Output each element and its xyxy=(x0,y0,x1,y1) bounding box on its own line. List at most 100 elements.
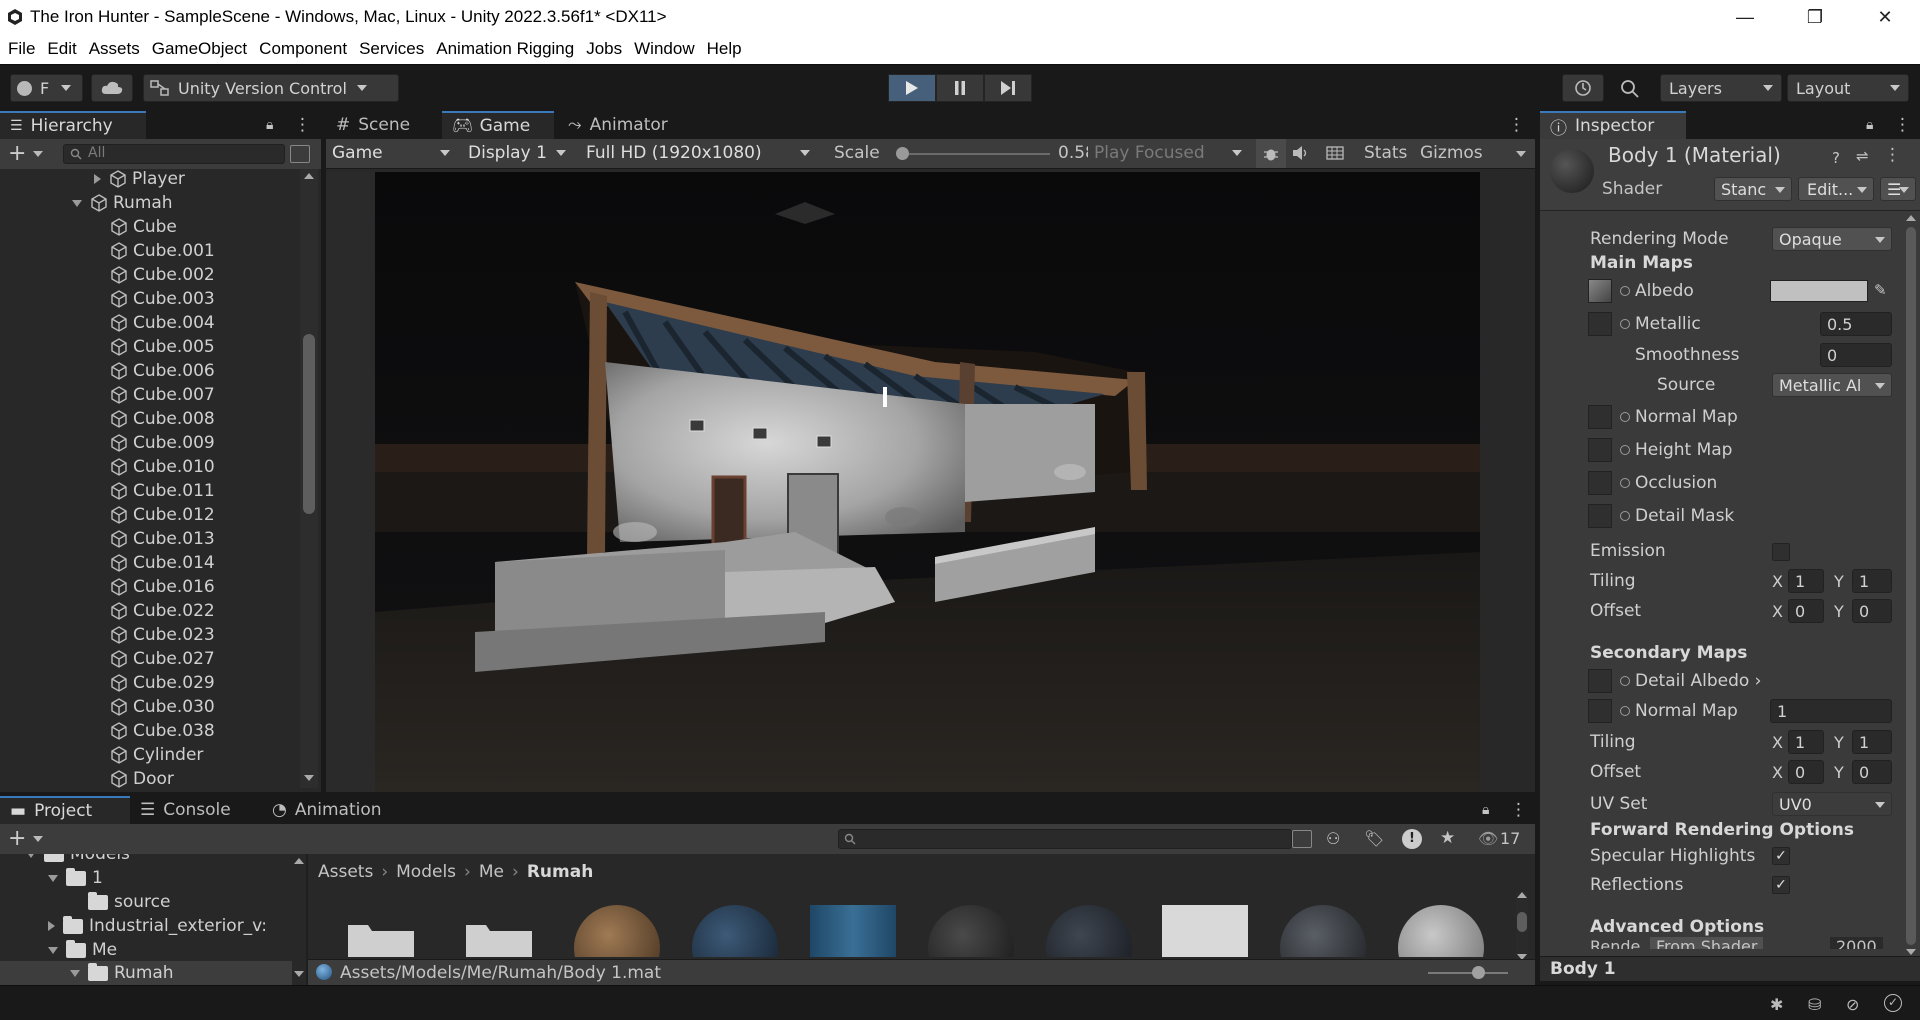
tab-console[interactable]: ☰ Console xyxy=(130,796,260,824)
collapse-arrow-icon[interactable] xyxy=(26,854,36,858)
scroll-down-icon[interactable] xyxy=(1906,949,1916,955)
filter-type-icon[interactable]: ⚇ xyxy=(1326,829,1340,848)
uv-set-dropdown[interactable]: UV0 xyxy=(1772,792,1892,816)
breadcrumb-assets[interactable]: Assets xyxy=(318,862,373,882)
metallic-texture-slot[interactable] xyxy=(1588,312,1612,336)
kebab-menu-icon[interactable]: ⋮ xyxy=(1508,115,1525,135)
inspector-scroll-thumb[interactable] xyxy=(1906,227,1916,945)
detail-mask-slot[interactable] xyxy=(1588,504,1612,528)
offset-x-field[interactable]: 0 xyxy=(1788,599,1824,623)
hierarchy-item[interactable]: Cube.003 xyxy=(110,287,215,311)
hierarchy-item-rumah[interactable]: Rumah xyxy=(72,191,173,215)
step-button[interactable] xyxy=(984,74,1032,102)
game-render-viewport[interactable] xyxy=(375,172,1480,792)
tiling-y-field[interactable]: 1 xyxy=(1852,569,1892,593)
asset-scroll-thumb[interactable] xyxy=(1517,912,1527,932)
render-queue-dropdown[interactable]: From Shader xyxy=(1650,937,1764,949)
asset-material-thumbnail[interactable] xyxy=(1398,905,1484,957)
kebab-menu-icon[interactable]: ⋮ xyxy=(1884,145,1901,165)
hierarchy-item[interactable]: Cube.002 xyxy=(110,263,215,287)
history-button[interactable] xyxy=(1562,74,1604,102)
hierarchy-item[interactable]: Cube.013 xyxy=(110,527,215,551)
hierarchy-item[interactable]: Cube.009 xyxy=(110,431,215,455)
preset-icon[interactable]: ⇌ xyxy=(1856,147,1869,165)
hierarchy-item[interactable]: Cube.029 xyxy=(110,671,215,695)
collapse-arrow-icon[interactable] xyxy=(72,199,82,207)
hierarchy-item[interactable]: Cube xyxy=(110,215,177,239)
smoothness-field[interactable]: 0 xyxy=(1820,343,1892,367)
breadcrumb-models[interactable]: Models xyxy=(396,862,456,882)
hierarchy-item[interactable]: Cube.012 xyxy=(110,503,215,527)
tab-scene[interactable]: # Scene xyxy=(326,111,442,139)
play-focused-dropdown[interactable]: Play Focused xyxy=(1088,141,1248,165)
hierarchy-item[interactable]: Cylinder xyxy=(110,743,203,767)
breadcrumb-me[interactable]: Me xyxy=(479,862,504,882)
cloud-button[interactable] xyxy=(91,74,133,102)
breadcrumb-rumah[interactable]: Rumah xyxy=(527,862,593,882)
height-map-slot[interactable] xyxy=(1588,438,1612,462)
secondary-tiling-y-field[interactable]: 1 xyxy=(1852,730,1892,754)
project-search-input[interactable] xyxy=(838,829,1292,849)
star-icon[interactable]: ★ xyxy=(1440,828,1455,848)
metallic-field[interactable]: 0.5 xyxy=(1820,312,1892,336)
secondary-tiling-x-field[interactable]: 1 xyxy=(1788,730,1824,754)
asset-texture-thumbnail[interactable] xyxy=(1162,905,1248,957)
menu-animation-rigging[interactable]: Animation Rigging xyxy=(436,39,574,59)
inspector-scrollbar[interactable] xyxy=(1904,215,1918,957)
edit-shader-button[interactable]: Edit... xyxy=(1798,177,1874,201)
asset-texture-thumbnail[interactable] xyxy=(810,905,896,957)
render-queue-field[interactable]: 2000 xyxy=(1830,937,1883,949)
kebab-menu-icon[interactable]: ⋮ xyxy=(1894,115,1911,135)
collapse-arrow-icon[interactable] xyxy=(48,874,58,882)
bug-icon[interactable] xyxy=(1256,139,1286,168)
tab-project[interactable]: ▬ Project xyxy=(0,796,130,824)
chevron-down-icon[interactable] xyxy=(33,151,43,157)
tree-item-industrial[interactable]: Industrial_exterior_v: xyxy=(48,914,267,938)
asset-material-thumbnail[interactable] xyxy=(928,905,1014,957)
hierarchy-item[interactable]: Cube.023 xyxy=(110,623,215,647)
gizmos-button[interactable]: Gizmos xyxy=(1420,143,1483,163)
menu-component[interactable]: Component xyxy=(259,39,347,59)
hierarchy-item[interactable]: Cube.016 xyxy=(110,575,215,599)
scroll-up-icon[interactable] xyxy=(294,858,304,864)
hierarchy-search-input[interactable]: All xyxy=(63,144,285,164)
asset-material-thumbnail[interactable] xyxy=(574,905,660,957)
thumbnail-size-slider-thumb[interactable] xyxy=(1472,966,1485,979)
asset-folder-thumbnail[interactable] xyxy=(338,905,424,957)
aspect-grid-icon[interactable] xyxy=(1326,145,1344,161)
display-dropdown[interactable]: Display 1 xyxy=(462,141,572,165)
menu-help[interactable]: Help xyxy=(707,39,742,59)
offset-y-field[interactable]: 0 xyxy=(1852,599,1892,623)
hierarchy-scroll-thumb[interactable] xyxy=(303,334,315,514)
scale-slider-track[interactable] xyxy=(902,153,1050,155)
hidden-packages-icon[interactable]: 👁︎ xyxy=(1478,829,1498,848)
eyedropper-icon[interactable]: ✎ xyxy=(1874,281,1887,299)
network-icon[interactable]: ⊘ xyxy=(1846,995,1859,1014)
kebab-menu-icon[interactable]: ⋮ xyxy=(294,115,311,135)
expand-arrow-icon[interactable] xyxy=(94,174,101,184)
layers-dropdown[interactable]: Layers xyxy=(1660,74,1782,102)
check-icon[interactable]: ✓ xyxy=(1884,994,1902,1012)
thumbnail-size-slider-track[interactable] xyxy=(1428,972,1508,974)
hierarchy-item[interactable]: Cube.008 xyxy=(110,407,215,431)
hierarchy-scrollbar[interactable] xyxy=(300,169,318,788)
tree-item-rumah[interactable]: Rumah xyxy=(0,961,292,985)
hierarchy-item[interactable]: Cube.022 xyxy=(110,599,215,623)
hierarchy-item[interactable]: Cube.011 xyxy=(110,479,215,503)
rendering-mode-dropdown[interactable]: Opaque xyxy=(1772,227,1892,251)
add-icon[interactable]: + xyxy=(8,826,26,851)
source-dropdown[interactable]: Metallic Al xyxy=(1772,373,1892,397)
scroll-up-icon[interactable] xyxy=(1517,892,1527,898)
detail-albedo-slot[interactable] xyxy=(1588,669,1612,693)
kebab-menu-icon[interactable]: ⋮ xyxy=(1510,800,1527,820)
tab-inspector[interactable]: ⓘ Inspector xyxy=(1540,111,1686,139)
scroll-down-icon[interactable] xyxy=(304,775,314,781)
lock-icon[interactable]: 🔒︎ xyxy=(1482,802,1489,818)
debug-mode-icon[interactable]: ✱ xyxy=(1770,995,1783,1014)
audio-icon[interactable] xyxy=(1292,145,1310,161)
menu-file[interactable]: File xyxy=(8,39,35,59)
occlusion-slot[interactable] xyxy=(1588,471,1612,495)
game-view-dropdown[interactable]: Game xyxy=(326,141,456,165)
asset-material-thumbnail[interactable] xyxy=(1046,905,1132,957)
chevron-down-icon[interactable] xyxy=(1516,151,1526,157)
